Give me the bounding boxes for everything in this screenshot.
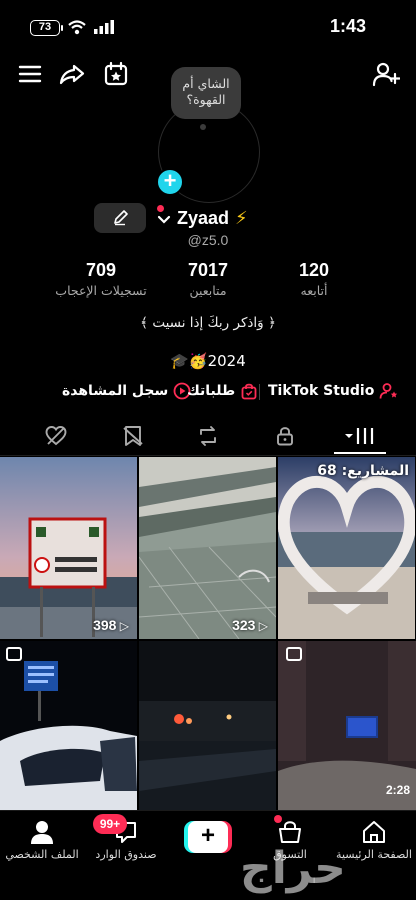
nav-profile[interactable]: الملف الشخصي [0, 819, 84, 861]
add-friend-icon[interactable] [372, 60, 400, 88]
video-duration: 2:28 [385, 783, 410, 797]
clock: 1:43 [329, 16, 366, 36]
profile-name: Zyaad [177, 207, 230, 228]
video-thumbnail[interactable]: 139 [0, 641, 137, 823]
orders-label: طلباتك [187, 383, 236, 399]
reposts-tab-icon[interactable] [196, 424, 220, 448]
watch-history-label: سجل المشاهدة [62, 383, 169, 399]
beach-sign-image [0, 457, 137, 639]
bio-line-1: ﴿ وَاذكر ربكَ إذا نسيت ﴾ [140, 315, 276, 331]
note-bubble-tail [200, 124, 206, 130]
stat-following[interactable]: 120 أتابعه [254, 260, 374, 298]
active-tab-indicator [334, 452, 386, 454]
stat-label: أتابعه [300, 283, 328, 298]
battery-indicator: 73 [30, 20, 63, 36]
stat-value: 7017 [187, 260, 229, 280]
video-thumbnail[interactable]: 323 [139, 457, 276, 639]
stat-label: متابعين [189, 283, 227, 298]
wifi-icon [68, 20, 86, 35]
video-grid: 398 323 المشاريع: 68 [0, 457, 416, 823]
calendar-star-icon[interactable] [102, 60, 130, 88]
edit-profile-button[interactable] [94, 203, 146, 233]
creator-person-icon [379, 383, 398, 399]
view-count: 398 [0, 617, 137, 633]
lock-tab-icon[interactable] [273, 424, 297, 448]
video-thumbnail[interactable]: 2:28 370 [278, 641, 416, 823]
menu-icon[interactable] [16, 60, 44, 88]
status-bar: 73 1:43 [0, 0, 416, 56]
view-count: 323 [139, 617, 276, 633]
stat-value: 120 [298, 260, 330, 280]
projects-label: المشاريع: 68 [317, 463, 409, 479]
links-divider [259, 384, 260, 400]
multi-video-icon [286, 647, 302, 661]
bottom-navigation: الملف الشخصي صندوق الوارد 99+ + التسوق ا… [0, 810, 416, 900]
profile-links: سجل المشاهدة طلباتك TikTok Studio [0, 380, 416, 404]
home-icon [363, 821, 385, 843]
car-night-image [0, 641, 137, 813]
watch-history-link[interactable]: سجل المشاهدة [62, 382, 191, 400]
add-story-button[interactable]: + [156, 168, 184, 196]
inbox-badge: 99+ [93, 814, 127, 834]
bolt-emoji: ⚡ [235, 207, 248, 228]
notification-dot [157, 205, 164, 212]
stat-label: تسجيلات الإعجاب [55, 283, 147, 298]
haraj-watermark: حراج [240, 843, 348, 894]
create-button[interactable]: + [184, 821, 232, 853]
ground-shadow-image [139, 457, 276, 639]
videos-grid-tab-icon[interactable] [343, 424, 377, 448]
person-icon [31, 821, 53, 844]
heart-frame-image [278, 457, 415, 639]
tiktok-studio-link[interactable]: TikTok Studio [268, 382, 399, 400]
video-thumbnail[interactable]: المشاريع: 68 [278, 457, 415, 639]
street-night-image [139, 641, 276, 813]
profile-stats: 709 تسجيلات الإعجاب 7017 متابعين 120 أتا… [0, 260, 416, 302]
plus-icon: + [188, 821, 228, 853]
shopping-basket-icon [279, 821, 301, 843]
orders-link[interactable]: طلباتك [187, 382, 258, 400]
pencil-icon [114, 210, 128, 226]
video-thumbnail[interactable]: 398 [0, 457, 137, 639]
favorites-tab-icon[interactable] [121, 424, 145, 448]
note-bubble[interactable]: الشاي أم القهوة؟ [171, 67, 241, 119]
video-thumbnail[interactable]: 372 [139, 641, 276, 823]
stat-value: 709 [85, 260, 117, 280]
share-icon[interactable] [58, 60, 86, 88]
shop-notification-dot [274, 815, 282, 823]
username-row[interactable]: Zyaad ⚡ [157, 205, 248, 231]
nav-profile-label: الملف الشخصي [5, 848, 79, 861]
tiktok-studio-label: TikTok Studio [268, 383, 375, 399]
content-tabs [0, 420, 416, 456]
profile-handle: @z5.0 [187, 232, 229, 248]
signal-icon [94, 20, 114, 34]
bio-line-2: 🎓🥳2024 [170, 352, 246, 370]
chevron-down-icon[interactable] [157, 215, 171, 225]
nav-inbox-label: صندوق الوارد [95, 848, 157, 861]
shopping-bag-icon [241, 383, 257, 400]
liked-videos-tab-icon[interactable] [44, 424, 68, 448]
multi-video-icon [6, 647, 22, 661]
stat-followers[interactable]: 7017 متابعين [148, 260, 268, 298]
stat-likes[interactable]: 709 تسجيلات الإعجاب [41, 260, 161, 298]
